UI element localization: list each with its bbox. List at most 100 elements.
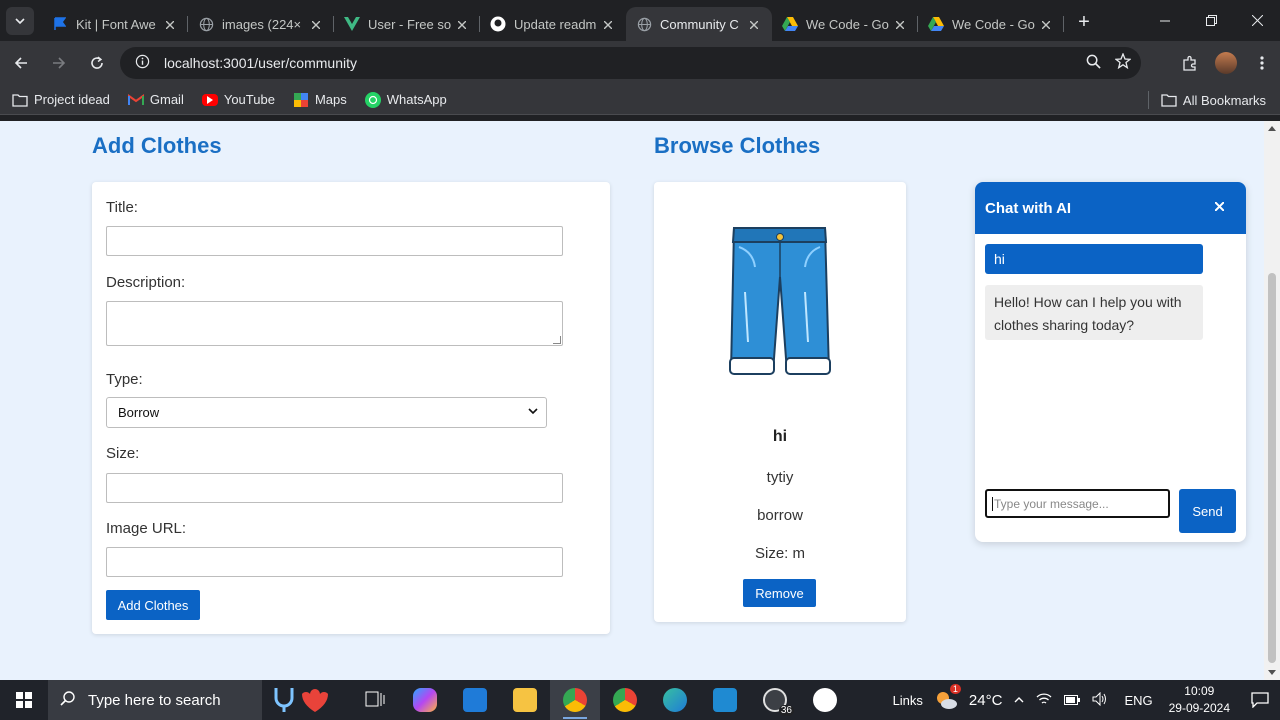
resize-handle-icon[interactable] <box>553 336 561 344</box>
browse-clothes-heading: Browse Clothes <box>654 133 821 158</box>
add-clothes-button[interactable]: Add Clothes <box>106 590 200 620</box>
close-tab-icon[interactable] <box>162 16 178 32</box>
chevron-up-icon[interactable] <box>1014 693 1024 708</box>
language-indicator[interactable]: ENG <box>1124 693 1152 708</box>
site-info-icon[interactable] <box>128 54 156 72</box>
send-button[interactable]: Send <box>1179 489 1236 533</box>
chat-message-input[interactable]: Type your message... <box>985 489 1170 518</box>
tab[interactable]: User - Free so <box>334 7 480 41</box>
chrome-icon <box>613 688 637 712</box>
close-tab-icon[interactable] <box>308 16 324 32</box>
plus-icon: + <box>1078 11 1090 33</box>
folder-icon <box>1161 93 1177 107</box>
tab-label: Update readm <box>514 16 597 32</box>
tab[interactable]: Kit | Font Awe <box>42 7 188 41</box>
all-bookmarks[interactable]: All Bookmarks <box>1147 85 1266 115</box>
tab-label: We Code - Go <box>806 16 889 32</box>
edge-icon <box>663 688 687 712</box>
copilot-app[interactable] <box>400 680 450 720</box>
tab-active[interactable]: Community C <box>626 7 772 41</box>
notification-icon <box>1251 692 1269 708</box>
tab[interactable]: Update readm <box>480 7 626 41</box>
tab-search-button[interactable] <box>6 6 34 35</box>
tab-label: Community C <box>660 16 739 32</box>
kebab-menu-icon <box>1260 56 1264 70</box>
folder-icon <box>12 92 28 108</box>
taskbar-search-box[interactable]: Type here to search <box>48 680 262 720</box>
page-scrollbar[interactable] <box>1264 121 1280 680</box>
close-window-button[interactable] <box>1234 0 1280 41</box>
bookmark-youtube[interactable]: YouTube <box>201 92 275 107</box>
taskbar-search-placeholder: Type here to search <box>88 691 221 709</box>
image-url-input[interactable] <box>106 547 563 577</box>
close-icon <box>1214 201 1225 212</box>
restore-button[interactable] <box>1188 0 1234 41</box>
microsoft-store-app[interactable] <box>450 680 500 720</box>
type-select[interactable]: Borrow <box>106 397 547 428</box>
close-tab-icon[interactable] <box>892 16 908 32</box>
close-tab-icon[interactable] <box>746 16 762 32</box>
description-textarea[interactable] <box>106 301 563 346</box>
chrome-app-active[interactable] <box>550 680 600 720</box>
volume-icon[interactable] <box>1092 691 1108 709</box>
reload-icon <box>91 56 103 69</box>
type-label: Type: <box>106 371 143 388</box>
clock-date: 29-09-2024 <box>1168 701 1230 715</box>
temperature[interactable]: 24°C <box>969 692 1003 709</box>
system-tray: Links 1 24°C ENG 10:09 29-09-2024 <box>887 680 1280 720</box>
tab-separator <box>1063 16 1064 32</box>
links-toolbar[interactable]: Links <box>893 693 923 708</box>
scroll-thumb[interactable] <box>1268 273 1276 663</box>
new-tab-button[interactable]: + <box>1070 9 1098 37</box>
battery-icon[interactable] <box>1064 693 1081 708</box>
close-tab-icon[interactable] <box>454 16 470 32</box>
extensions-button[interactable] <box>1172 45 1208 81</box>
folder-icon <box>513 688 537 712</box>
edge-app[interactable] <box>650 680 700 720</box>
tab[interactable]: We Code - Go <box>772 7 918 41</box>
wifi-icon[interactable] <box>1036 692 1052 709</box>
clock[interactable]: 10:09 29-09-2024 <box>1169 683 1230 717</box>
back-button[interactable] <box>4 46 38 80</box>
tab[interactable]: We Code - Go <box>918 7 1064 41</box>
whatsapp-app[interactable]: 36 <box>750 680 800 720</box>
stethoscope-heart-icon <box>270 684 330 716</box>
address-bar[interactable]: localhost:3001/user/community <box>120 47 1141 79</box>
chrome-app[interactable] <box>600 680 650 720</box>
zoom-icon[interactable] <box>1086 54 1101 73</box>
start-button[interactable] <box>0 680 48 720</box>
minimize-button[interactable] <box>1142 0 1188 41</box>
scroll-up-arrow-icon[interactable] <box>1268 126 1276 131</box>
title-input[interactable] <box>106 226 563 256</box>
item-type: borrow <box>757 507 803 524</box>
task-view-button[interactable] <box>350 680 400 720</box>
remove-button[interactable]: Remove <box>743 579 816 607</box>
url-text[interactable]: localhost:3001/user/community <box>164 55 357 71</box>
file-explorer-app[interactable] <box>500 680 550 720</box>
bookmark-whatsapp[interactable]: WhatsApp <box>364 91 447 108</box>
bookmark-project-idead[interactable]: Project idead <box>12 92 110 108</box>
scroll-down-arrow-icon[interactable] <box>1268 670 1276 675</box>
vscode-app[interactable] <box>700 680 750 720</box>
bookmark-star-icon[interactable] <box>1114 52 1132 73</box>
bookmark-label: Maps <box>314 92 347 107</box>
bookmark-maps[interactable]: Maps <box>293 92 347 108</box>
size-input[interactable] <box>106 473 563 503</box>
close-tab-icon[interactable] <box>1038 16 1054 32</box>
tab[interactable]: images (224× <box>188 7 334 41</box>
close-chat-button[interactable] <box>1214 198 1225 216</box>
bookmarks-bar: Project idead Gmail YouTube Maps WhatsAp… <box>0 85 1280 115</box>
mongodb-compass-app[interactable] <box>800 680 850 720</box>
close-tab-icon[interactable] <box>600 16 616 32</box>
menu-button[interactable] <box>1244 45 1280 81</box>
store-icon <box>463 688 487 712</box>
forward-button[interactable] <box>42 46 76 80</box>
notification-center-button[interactable] <box>1240 680 1280 720</box>
whatsapp-icon <box>364 91 381 108</box>
windows-logo-icon <box>16 692 32 708</box>
reload-button[interactable] <box>80 46 114 80</box>
bookmark-gmail[interactable]: Gmail <box>127 92 184 108</box>
profile-avatar[interactable] <box>1215 52 1237 74</box>
weather-icon[interactable]: 1 <box>935 684 961 710</box>
bookmark-label: YouTube <box>223 92 275 107</box>
